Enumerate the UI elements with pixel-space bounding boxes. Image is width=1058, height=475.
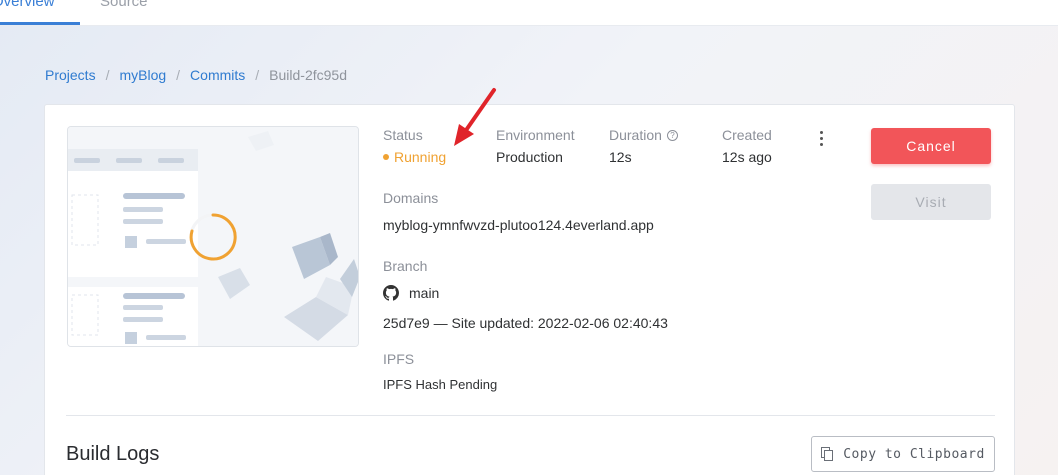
duration-value: 12s (609, 149, 632, 165)
visit-button: Visit (871, 184, 991, 220)
more-vertical-icon[interactable] (817, 131, 825, 149)
question-circle-icon[interactable]: ? (666, 129, 678, 141)
environment-value: Production (496, 149, 563, 165)
build-preview-image (67, 126, 359, 347)
copy-icon (821, 447, 834, 461)
breadcrumb-separator: / (105, 67, 110, 83)
divider (66, 415, 995, 416)
build-detail-card: Status Running Environment Production Du… (44, 104, 1015, 475)
branch-name: main (409, 285, 440, 301)
copy-button-label: Copy to Clipboard (843, 446, 985, 462)
breadcrumb-current: Build-2fc95d (269, 67, 347, 83)
domains-label: Domains (383, 190, 439, 206)
domains-value[interactable]: myblog-ymnfwvzd-plutoo124.4everland.app (383, 217, 654, 233)
tab-overview[interactable]: Overview (0, 0, 55, 12)
branch-label: Branch (383, 258, 428, 274)
tab-source[interactable]: Source (100, 0, 148, 12)
copy-to-clipboard-button[interactable]: Copy to Clipboard (811, 436, 995, 472)
ipfs-value: IPFS Hash Pending (383, 377, 498, 392)
build-logs-title: Build Logs (66, 443, 160, 465)
breadcrumb-projects[interactable]: Projects (45, 67, 96, 83)
top-tab-bar: Overview Source (0, 0, 1058, 26)
ipfs-label: IPFS (383, 351, 415, 367)
created-label: Created (722, 127, 772, 143)
breadcrumb: Projects / myBlog / Commits / Build-2fc95d (45, 67, 347, 83)
breadcrumb-project[interactable]: myBlog (119, 67, 166, 83)
status-dot-icon (383, 154, 389, 161)
created-value: 12s ago (722, 149, 772, 165)
duration-label: Duration? (609, 127, 678, 143)
branch-value: main (383, 285, 439, 301)
active-tab-indicator (0, 22, 80, 25)
commit-info: 25d7e9 — Site updated: 2022-02-06 02:40:… (383, 315, 668, 331)
environment-label: Environment (496, 127, 575, 143)
breadcrumb-commits[interactable]: Commits (190, 67, 245, 83)
status-value: Running (383, 149, 446, 165)
cancel-button[interactable]: Cancel (871, 128, 991, 164)
breadcrumb-separator: / (255, 67, 260, 83)
status-label: Status (383, 127, 423, 143)
duration-label-text: Duration (609, 127, 662, 143)
github-icon (383, 285, 399, 301)
breadcrumb-separator: / (176, 67, 181, 83)
status-text: Running (394, 149, 447, 165)
